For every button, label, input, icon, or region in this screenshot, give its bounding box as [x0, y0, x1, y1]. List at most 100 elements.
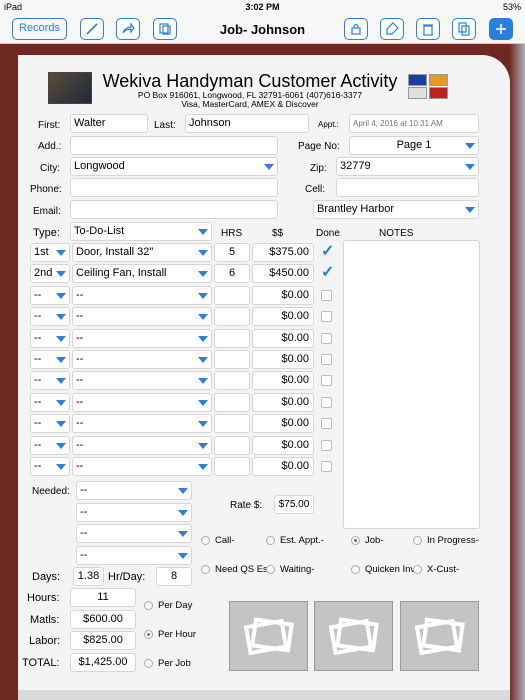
task-select[interactable]: --: [72, 350, 212, 369]
labor-field[interactable]: $825.00: [70, 631, 136, 650]
done-checkbox[interactable]: [321, 418, 332, 430]
zip-select[interactable]: 32779: [336, 157, 479, 176]
done-checkmark[interactable]: ✓: [321, 265, 334, 281]
photo-placeholder-2[interactable]: [314, 601, 393, 671]
task-select[interactable]: --: [72, 285, 212, 305]
task-select[interactable]: --: [72, 457, 212, 476]
rate-field[interactable]: $75.00: [274, 495, 314, 514]
total-field[interactable]: $1,425.00: [70, 653, 136, 672]
amount-cell[interactable]: $0.00: [252, 307, 314, 327]
amount-cell[interactable]: $0.00: [252, 392, 314, 412]
hours-cell[interactable]: [214, 435, 250, 455]
rate-mode-radio[interactable]: [144, 659, 153, 668]
done-checkmark[interactable]: ✓: [321, 244, 334, 260]
area-select[interactable]: Brantley Harbor: [313, 200, 479, 219]
status-radio[interactable]: [351, 565, 360, 574]
priority-select[interactable]: --: [30, 307, 70, 327]
task-select[interactable]: --: [72, 392, 212, 412]
task-select[interactable]: --: [72, 371, 212, 391]
rate-mode-radio[interactable]: [144, 601, 153, 610]
email-field[interactable]: [70, 200, 278, 219]
hours-cell[interactable]: [214, 350, 250, 369]
hours-cell[interactable]: [214, 285, 250, 305]
records-button[interactable]: Records: [12, 18, 67, 40]
needed-select[interactable]: --: [76, 502, 192, 522]
last-name-field[interactable]: Johnson: [185, 114, 309, 133]
hours-cell[interactable]: 5: [214, 243, 250, 262]
first-name-field[interactable]: Walter: [70, 114, 148, 133]
status-radio[interactable]: [266, 565, 275, 574]
hours-cell[interactable]: [214, 307, 250, 327]
amount-cell[interactable]: $0.00: [252, 350, 314, 369]
done-checkbox[interactable]: [321, 354, 332, 365]
photo-placeholder-1[interactable]: [229, 601, 308, 671]
hr-day-field[interactable]: 8: [156, 567, 192, 586]
days-field[interactable]: 1.38: [73, 567, 104, 586]
done-checkbox[interactable]: [321, 332, 332, 344]
status-radio[interactable]: [201, 536, 210, 545]
page-no-select[interactable]: Page 1: [349, 136, 479, 155]
amount-cell[interactable]: $450.00: [252, 264, 314, 284]
needed-select[interactable]: --: [76, 481, 192, 500]
job-type-select[interactable]: To-Do-List: [70, 222, 212, 241]
needed-select[interactable]: --: [76, 545, 192, 565]
task-select[interactable]: --: [72, 435, 212, 455]
done-checkbox[interactable]: [321, 439, 332, 451]
amount-cell[interactable]: $0.00: [252, 328, 314, 348]
appt-field[interactable]: April 4, 2016 at 10:31 AM: [349, 114, 479, 133]
status-radio[interactable]: [413, 536, 422, 545]
amount-cell[interactable]: $375.00: [252, 243, 314, 262]
status-radio[interactable]: [201, 565, 210, 574]
duplicate-icon[interactable]: [452, 18, 476, 40]
hours-cell[interactable]: [214, 371, 250, 391]
priority-select[interactable]: --: [30, 414, 70, 434]
task-select[interactable]: --: [72, 328, 212, 348]
priority-select[interactable]: --: [30, 371, 70, 391]
hours-cell[interactable]: [214, 457, 250, 476]
done-checkbox[interactable]: [321, 311, 332, 323]
done-checkbox[interactable]: [321, 396, 332, 408]
copy-icon[interactable]: [153, 18, 177, 40]
task-select[interactable]: Ceiling Fan, Install: [72, 264, 212, 284]
needed-select[interactable]: --: [76, 524, 192, 543]
add-icon[interactable]: [489, 18, 513, 40]
priority-select[interactable]: --: [30, 328, 70, 348]
brush-icon[interactable]: [80, 18, 104, 40]
priority-select[interactable]: --: [30, 350, 70, 369]
tag-icon[interactable]: [380, 18, 404, 40]
status-radio[interactable]: [351, 536, 360, 545]
amount-cell[interactable]: $0.00: [252, 371, 314, 391]
hours-cell[interactable]: 6: [214, 264, 250, 284]
photo-placeholder-3[interactable]: [400, 601, 479, 671]
task-select[interactable]: Door, Install 32": [72, 243, 212, 262]
priority-select[interactable]: --: [30, 392, 70, 412]
amount-cell[interactable]: $0.00: [252, 435, 314, 455]
done-checkbox[interactable]: [321, 375, 332, 387]
address-field[interactable]: [70, 136, 278, 155]
hours-cell[interactable]: [214, 392, 250, 412]
status-radio[interactable]: [266, 536, 275, 545]
matls-field[interactable]: $600.00: [70, 610, 136, 629]
status-radio[interactable]: [413, 565, 422, 574]
notes-field[interactable]: [343, 240, 480, 529]
hours-field[interactable]: 11: [70, 588, 136, 607]
cell-field[interactable]: [336, 178, 479, 197]
hours-cell[interactable]: [214, 414, 250, 434]
rate-mode-radio[interactable]: [144, 630, 153, 639]
priority-select[interactable]: 1st: [30, 243, 70, 262]
amount-cell[interactable]: $0.00: [252, 457, 314, 476]
done-checkbox[interactable]: [321, 461, 332, 472]
priority-select[interactable]: --: [30, 435, 70, 455]
share-icon[interactable]: [116, 18, 140, 40]
trash-icon[interactable]: [416, 18, 440, 40]
task-select[interactable]: --: [72, 307, 212, 327]
phone-field[interactable]: [70, 178, 278, 197]
lock-icon[interactable]: [344, 18, 368, 40]
done-checkbox[interactable]: [321, 289, 332, 301]
hours-cell[interactable]: [214, 328, 250, 348]
amount-cell[interactable]: $0.00: [252, 285, 314, 305]
amount-cell[interactable]: $0.00: [252, 414, 314, 434]
city-select[interactable]: Longwood: [70, 157, 278, 176]
priority-select[interactable]: --: [30, 457, 70, 476]
priority-select[interactable]: 2nd: [30, 264, 70, 284]
